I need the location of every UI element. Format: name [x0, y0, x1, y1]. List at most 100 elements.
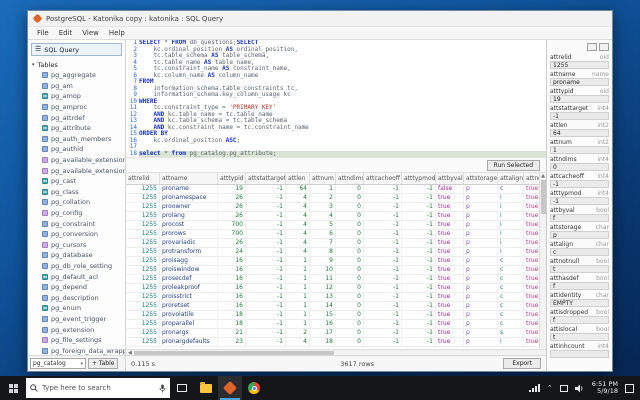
column-header-attlen[interactable]: attlen: [286, 173, 310, 184]
taskbar-search-box[interactable]: Type here to search: [26, 378, 170, 398]
cell-attalign[interactable]: c: [498, 257, 524, 265]
cell-attcacheoff[interactable]: -1: [364, 248, 402, 256]
sidebar-item-pg_amproc[interactable]: pg_amproc: [30, 102, 125, 113]
cell-attndims[interactable]: 0: [336, 338, 364, 346]
cell-atttypid[interactable]: 700: [218, 221, 246, 229]
cell-atttypmod[interactable]: -1: [402, 230, 436, 238]
cell-attnum[interactable]: 14: [310, 302, 336, 310]
cell-attndims[interactable]: 0: [336, 257, 364, 265]
cell-atttypid[interactable]: 16: [218, 284, 246, 292]
cell-attname[interactable]: proiswindow: [160, 266, 218, 274]
sidebar-item-pg_depend[interactable]: pg_depend: [30, 282, 125, 293]
cell-atttypid[interactable]: 23: [218, 338, 246, 346]
chrome-button[interactable]: [242, 376, 266, 400]
cell-attrelid[interactable]: 1255: [126, 266, 160, 274]
cell-attlen[interactable]: 1: [286, 284, 310, 292]
cell-attstorage[interactable]: p: [464, 266, 498, 274]
cell-attlen[interactable]: 4: [286, 239, 310, 247]
cell-attalign[interactable]: c: [498, 320, 524, 328]
cell-attstattarget[interactable]: -1: [246, 203, 286, 211]
field-value-input[interactable]: [550, 350, 609, 358]
cell-attndims[interactable]: 0: [336, 221, 364, 229]
cell-attstorage[interactable]: p: [464, 239, 498, 247]
cell-attbyval[interactable]: true: [436, 338, 464, 346]
cell-attnum[interactable]: 3: [310, 203, 336, 211]
cell-attbyval[interactable]: true: [436, 203, 464, 211]
cell-attbyval[interactable]: true: [436, 266, 464, 274]
field-value-input[interactable]: f: [550, 282, 609, 290]
sql-query-tab[interactable]: ☰ SQL Query: [31, 43, 122, 56]
sidebar-item-pg_config[interactable]: pg_config: [30, 208, 125, 219]
cell-atttypmod[interactable]: -1: [402, 311, 436, 319]
cell-attalign[interactable]: i: [498, 212, 524, 220]
cell-attname[interactable]: provariadic: [160, 239, 218, 247]
cell-attname[interactable]: pronamespace: [160, 194, 218, 202]
record-next-button[interactable]: [599, 43, 609, 51]
column-header-attalign[interactable]: attalign: [498, 173, 524, 184]
sql-code[interactable]: SELECT * FROM db_questions;SELECT kc.ord…: [139, 40, 546, 157]
field-value-input[interactable]: f: [550, 214, 609, 222]
cell-attnum[interactable]: 18: [310, 338, 336, 346]
menu-help[interactable]: Help: [104, 29, 130, 37]
column-header-attstorage[interactable]: attstorage: [464, 173, 498, 184]
cell-attlen[interactable]: 4: [286, 203, 310, 211]
field-value-input[interactable]: 1255: [550, 61, 609, 69]
cell-atttypid[interactable]: 21: [218, 329, 246, 337]
cell-atttypid[interactable]: 16: [218, 293, 246, 301]
cell-attstattarget[interactable]: -1: [246, 194, 286, 202]
column-header-attname[interactable]: attname: [160, 173, 218, 184]
sidebar-item-pg_db_role_setting[interactable]: pg_db_role_setting: [30, 261, 125, 272]
cell-attalign[interactable]: c: [498, 266, 524, 274]
cell-attstattarget[interactable]: -1: [246, 284, 286, 292]
network-signal-icon[interactable]: [528, 384, 540, 392]
table-row[interactable]: 1255 proretset 16 -1 1 14 0 -1 -1 true p c true: [126, 302, 539, 311]
cell-attstorage[interactable]: p: [464, 203, 498, 211]
tree-expand-icon[interactable]: ▾: [32, 62, 35, 68]
field-value-input[interactable]: -1: [550, 112, 609, 120]
cell-attnotnull[interactable]: true: [524, 185, 539, 193]
cell-attnotnull[interactable]: true: [524, 221, 539, 229]
cell-atttypid[interactable]: 16: [218, 275, 246, 283]
table-row[interactable]: 1255 proiswindow 16 -1 1 10 0 -1 -1 true p c true: [126, 266, 539, 275]
cell-attrelid[interactable]: 1255: [126, 257, 160, 265]
cell-atttypid[interactable]: 19: [218, 185, 246, 193]
cell-atttypid[interactable]: 700: [218, 230, 246, 238]
cell-attndims[interactable]: 0: [336, 320, 364, 328]
sidebar-item-pg_foreign_data_wrapper[interactable]: pg_foreign_data_wrapper: [30, 345, 125, 355]
cell-attnum[interactable]: 7: [310, 239, 336, 247]
cell-atttypmod[interactable]: -1: [402, 302, 436, 310]
cell-atttypid[interactable]: 16: [218, 302, 246, 310]
scroll-up-icon[interactable]: ▲: [541, 173, 545, 179]
cell-attbyval[interactable]: true: [436, 221, 464, 229]
cell-attndims[interactable]: 0: [336, 293, 364, 301]
cell-attalign[interactable]: c: [498, 311, 524, 319]
cell-attrelid[interactable]: 1255: [126, 248, 160, 256]
start-button[interactable]: [0, 376, 26, 400]
volume-icon[interactable]: [574, 384, 585, 393]
cell-attcacheoff[interactable]: -1: [364, 230, 402, 238]
field-value-input[interactable]: t: [550, 265, 609, 273]
cell-attlen[interactable]: 1: [286, 275, 310, 283]
cell-attrelid[interactable]: 1255: [126, 293, 160, 301]
cell-attname[interactable]: proleakproof: [160, 284, 218, 292]
cell-atttypid[interactable]: 16: [218, 257, 246, 265]
cell-attrelid[interactable]: 1255: [126, 338, 160, 346]
cell-attcacheoff[interactable]: -1: [364, 194, 402, 202]
cell-attstattarget[interactable]: -1: [246, 248, 286, 256]
sidebar-item-pg_database[interactable]: pg_database: [30, 250, 125, 261]
cell-attlen[interactable]: 64: [286, 185, 310, 193]
table-row[interactable]: 1255 provolatile 18 -1 1 15 0 -1 -1 true p c true: [126, 311, 539, 320]
cell-atttypmod[interactable]: -1: [402, 185, 436, 193]
table-row[interactable]: 1255 proisagg 16 -1 1 9 0 -1 -1 true p c true: [126, 257, 539, 266]
cell-attlen[interactable]: 4: [286, 230, 310, 238]
cell-attstorage[interactable]: p: [464, 248, 498, 256]
cell-atttypid[interactable]: 16: [218, 266, 246, 274]
cell-attnotnull[interactable]: true: [524, 212, 539, 220]
cell-attnotnull[interactable]: true: [524, 311, 539, 319]
cell-attname[interactable]: prosecdef: [160, 275, 218, 283]
cell-attcacheoff[interactable]: -1: [364, 293, 402, 301]
cell-attstorage[interactable]: p: [464, 302, 498, 310]
cell-attcacheoff[interactable]: -1: [364, 185, 402, 193]
cell-attname[interactable]: prolang: [160, 212, 218, 220]
cell-attname[interactable]: provolatile: [160, 311, 218, 319]
